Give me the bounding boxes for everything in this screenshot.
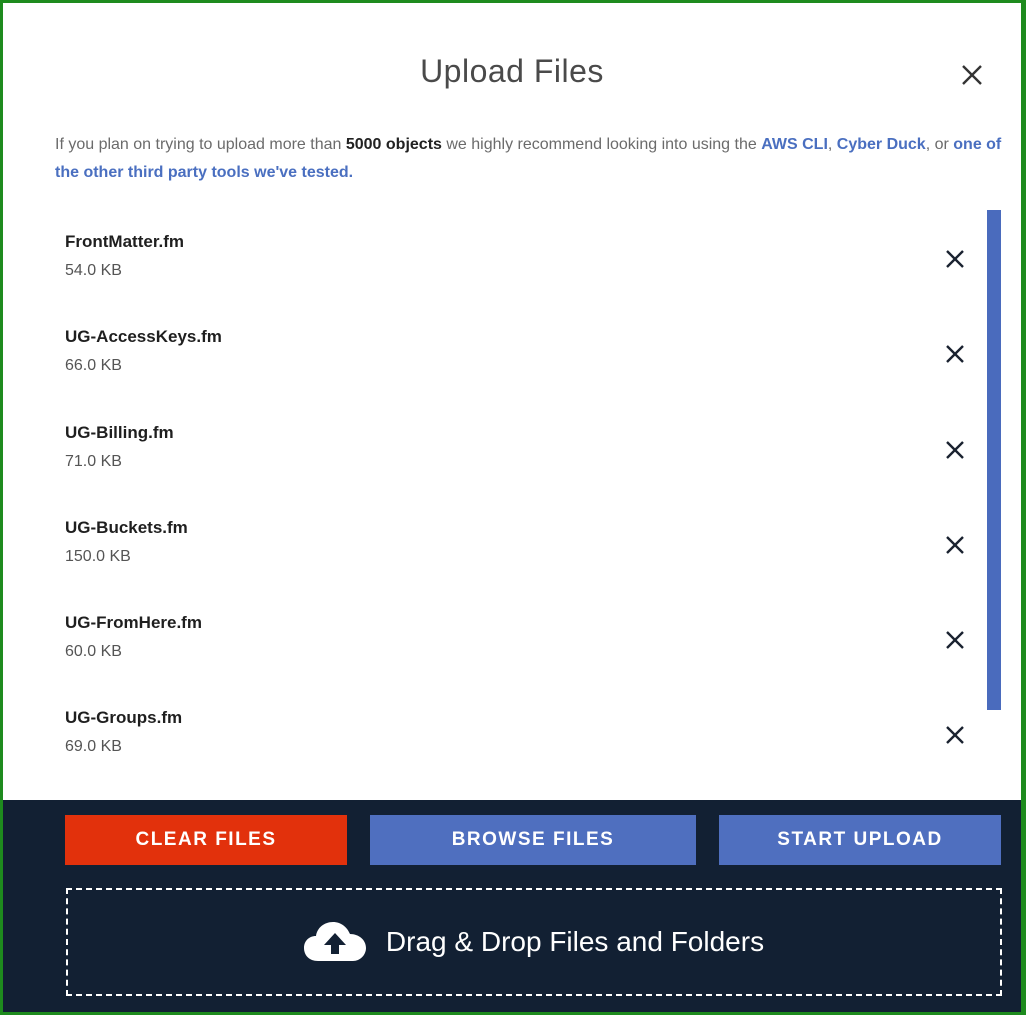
- drop-zone[interactable]: Drag & Drop Files and Folders: [66, 888, 1002, 996]
- upload-footer: CLEAR FILES BROWSE FILES START UPLOAD Dr…: [3, 800, 1021, 1012]
- cloud-upload-icon: [303, 922, 366, 961]
- remove-file-icon[interactable]: [943, 247, 967, 271]
- file-list-item: UG-Buckets.fm 150.0 KB: [65, 518, 985, 578]
- remove-file-icon[interactable]: [943, 342, 967, 366]
- file-size: 69.0 KB: [65, 738, 122, 755]
- notice-text: If you plan on trying to upload more tha…: [55, 136, 346, 153]
- remove-file-icon[interactable]: [943, 723, 967, 747]
- file-size: 71.0 KB: [65, 453, 122, 470]
- aws-cli-link[interactable]: AWS CLI: [761, 136, 828, 153]
- notice-text: we highly recommend looking into using t…: [441, 136, 762, 153]
- file-size: 54.0 KB: [65, 262, 122, 279]
- file-list-item: UG-FromHere.fm 60.0 KB: [65, 613, 985, 673]
- notice-separator: ,: [827, 136, 837, 153]
- upload-notice: If you plan on trying to upload more tha…: [55, 131, 1005, 187]
- file-size: 150.0 KB: [65, 548, 131, 565]
- browse-files-button[interactable]: BROWSE FILES: [370, 815, 696, 865]
- dialog-title: Upload Files: [420, 53, 604, 89]
- file-size: 60.0 KB: [65, 643, 122, 660]
- file-name: UG-Groups.fm: [65, 708, 183, 727]
- remove-file-icon[interactable]: [943, 438, 967, 462]
- file-list-item: UG-AccessKeys.fm 66.0 KB: [65, 327, 985, 387]
- file-name: UG-AccessKeys.fm: [65, 327, 222, 346]
- file-size: 66.0 KB: [65, 357, 122, 374]
- cyber-duck-link[interactable]: Cyber Duck: [837, 136, 926, 153]
- clear-files-button[interactable]: CLEAR FILES: [65, 815, 347, 865]
- file-list-item: UG-Billing.fm 71.0 KB: [65, 423, 985, 483]
- file-name: UG-Billing.fm: [65, 423, 174, 442]
- drop-zone-label: Drag & Drop Files and Folders: [385, 926, 765, 957]
- file-name: FrontMatter.fm: [65, 232, 184, 251]
- close-icon[interactable]: [958, 61, 986, 89]
- notice-separator: , or: [925, 136, 954, 153]
- file-name: UG-FromHere.fm: [65, 613, 202, 632]
- notice-object-limit: 5000 objects: [345, 136, 442, 153]
- remove-file-icon[interactable]: [943, 628, 967, 652]
- file-name: UG-Buckets.fm: [65, 518, 188, 537]
- start-upload-button[interactable]: START UPLOAD: [719, 815, 1001, 865]
- remove-file-icon[interactable]: [943, 533, 967, 557]
- upload-dialog: Upload Files If you plan on trying to up…: [0, 0, 1026, 1015]
- file-list: FrontMatter.fm 54.0 KB UG-AccessKeys.fm …: [3, 208, 1003, 798]
- file-list-item: UG-Groups.fm 69.0 KB: [65, 708, 985, 768]
- file-list-item: FrontMatter.fm 54.0 KB: [65, 232, 985, 292]
- file-list-scrollbar[interactable]: [987, 210, 1001, 710]
